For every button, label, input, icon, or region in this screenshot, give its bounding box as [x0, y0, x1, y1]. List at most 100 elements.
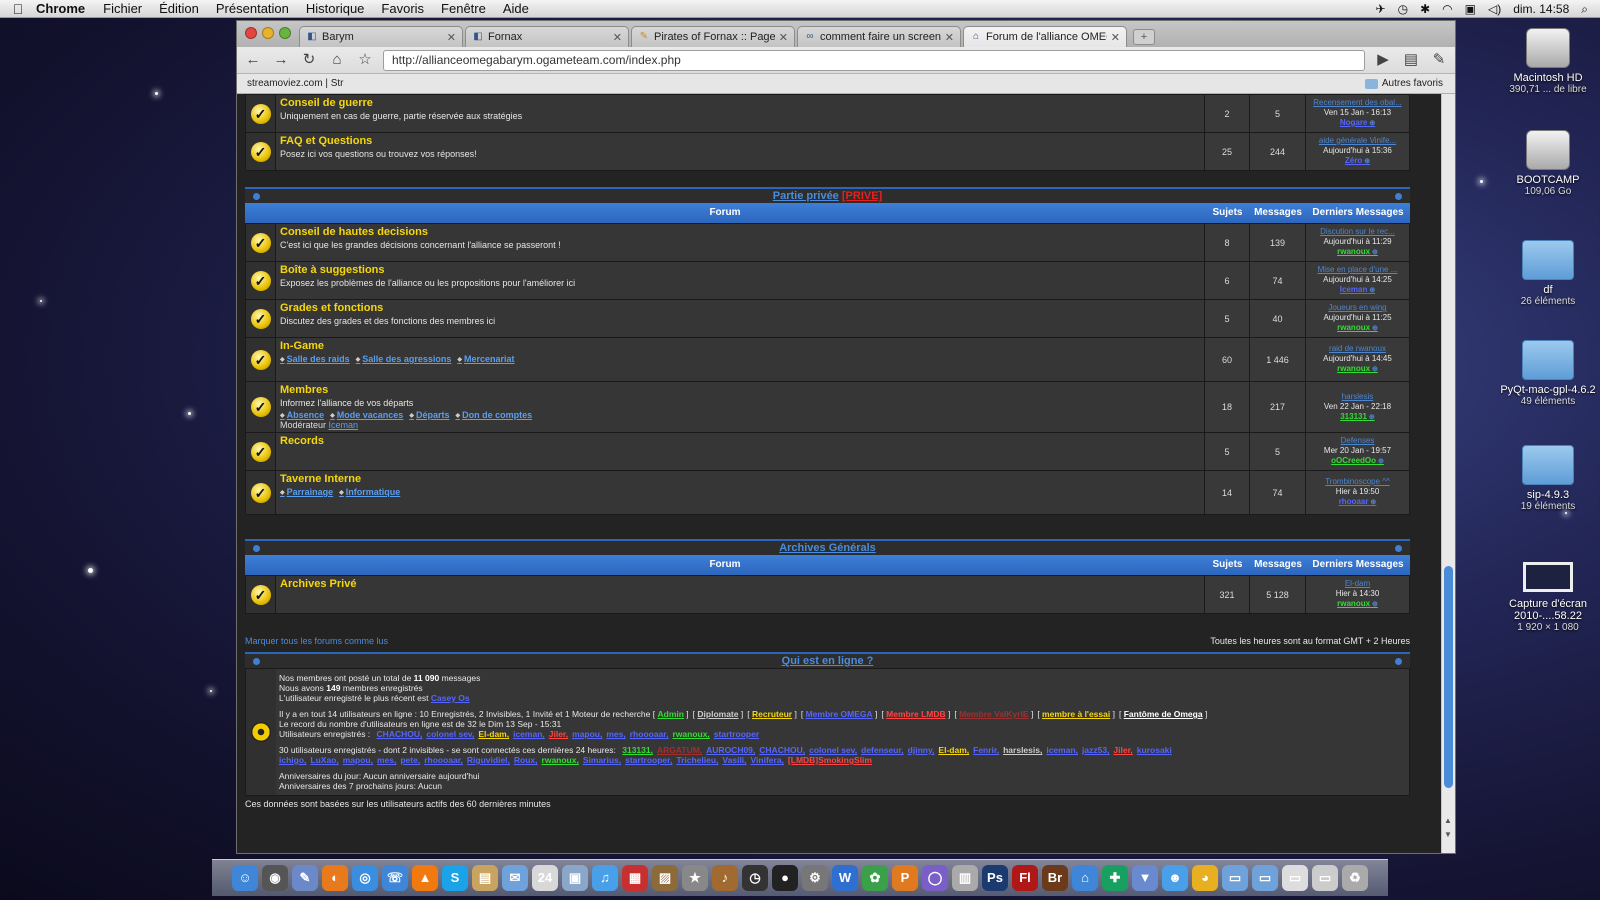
dock-app-icon[interactable]: 24: [532, 865, 558, 891]
subforum-link[interactable]: Mode vacances: [330, 410, 403, 420]
user-link[interactable]: mapou,: [572, 729, 602, 739]
user-link[interactable]: ARGATUM,: [657, 745, 702, 755]
dock-app-icon[interactable]: P: [892, 865, 918, 891]
menu-favoris[interactable]: Favoris: [381, 1, 424, 16]
new-tab-button[interactable]: +: [1133, 29, 1155, 45]
mark-all-read-link[interactable]: Marquer tous les forums comme lus: [245, 636, 388, 646]
subforum-link[interactable]: Mercenariat: [457, 354, 514, 364]
user-link[interactable]: AUROCH09,: [706, 745, 755, 755]
go-icon[interactable]: ▶: [1373, 50, 1393, 70]
dock-app-icon[interactable]: ▨: [652, 865, 678, 891]
satellite-icon[interactable]: ✈: [1376, 2, 1386, 16]
dock-app-icon[interactable]: ◉: [262, 865, 288, 891]
moderator-link[interactable]: Iceman: [329, 420, 359, 430]
tab-screenshot-howto[interactable]: ∞ comment faire un screen sho ✕: [797, 26, 961, 47]
dock-app-icon[interactable]: ♪: [712, 865, 738, 891]
desktop-icon-folder[interactable]: df 26 éléments: [1493, 240, 1600, 308]
user-link[interactable]: CHACHOU,: [759, 745, 805, 755]
wifi-icon[interactable]: ◠: [1442, 2, 1452, 16]
user-link[interactable]: Riguvidiel,: [467, 755, 510, 765]
group-link[interactable]: Diplomate: [697, 709, 738, 719]
zoom-window-button[interactable]: [279, 27, 291, 39]
group-link[interactable]: Membre OMEGA: [806, 709, 873, 719]
desktop-icon-hd[interactable]: BOOTCAMP 109,06 Go: [1493, 130, 1600, 198]
menu-fichier[interactable]: Fichier: [103, 1, 142, 16]
dock-app-icon[interactable]: ◎: [352, 865, 378, 891]
user-link[interactable]: jazz53,: [1082, 745, 1109, 755]
user-link[interactable]: LuXao,: [310, 755, 338, 765]
subforum-link[interactable]: Absence: [280, 410, 324, 420]
bluetooth-icon[interactable]: ✱: [1420, 2, 1430, 16]
scroll-down-icon[interactable]: ▼: [1444, 830, 1452, 839]
last-topic-link[interactable]: Trombinoscope ^^: [1306, 477, 1409, 487]
user-link[interactable]: mes,: [606, 729, 625, 739]
user-link[interactable]: El-dam,: [478, 729, 509, 739]
user-link[interactable]: djinny,: [908, 745, 935, 755]
minimize-window-button[interactable]: [262, 27, 274, 39]
tab-fornax[interactable]: ◧ Fornax ✕: [465, 26, 629, 47]
forum-title-link[interactable]: In-Game: [280, 340, 1200, 352]
group-link[interactable]: Admin: [657, 709, 683, 719]
forum-title-link[interactable]: Grades et fonctions: [280, 302, 1200, 314]
user-link[interactable]: Trichelieu,: [676, 755, 718, 765]
desktop-icon-folder[interactable]: sip-4.9.3 19 éléments: [1493, 445, 1600, 513]
last-user-link[interactable]: Iceman: [1306, 285, 1409, 296]
forward-icon[interactable]: →: [271, 50, 291, 70]
user-link[interactable]: 313131,: [622, 745, 653, 755]
scroll-up-icon[interactable]: ▲: [1444, 816, 1452, 825]
last-user-link[interactable]: rwanoux: [1306, 323, 1409, 334]
forum-title-link[interactable]: Taverne Interne: [280, 473, 1200, 485]
last-topic-link[interactable]: Joueurs en wing: [1306, 303, 1409, 313]
last-topic-link[interactable]: Defenses: [1306, 436, 1409, 446]
user-link[interactable]: mapou,: [343, 755, 373, 765]
group-link[interactable]: Membre VaIKyrIE: [959, 709, 1028, 719]
dock-app-icon[interactable]: ✉: [502, 865, 528, 891]
forum-title-link[interactable]: Records: [280, 435, 1200, 447]
subforum-link[interactable]: Salle des raids: [280, 354, 350, 364]
menu-presentation[interactable]: Présentation: [216, 1, 289, 16]
user-link[interactable]: mes,: [377, 755, 396, 765]
who-is-online-link[interactable]: Qui est en ligne ?: [782, 655, 874, 667]
desktop-icon-hd[interactable]: Macintosh HD 390,71 ... de libre: [1493, 28, 1600, 96]
last-user-link[interactable]: oOCreedOo: [1306, 456, 1409, 467]
scrollbar-thumb[interactable]: [1444, 566, 1453, 788]
forum-title-link[interactable]: Membres: [280, 384, 1200, 396]
group-link[interactable]: Membre LMDB: [886, 709, 946, 719]
group-link[interactable]: Recruteur: [752, 709, 792, 719]
user-link[interactable]: Simarius,: [583, 755, 621, 765]
desktop-icon-folder[interactable]: PyQt-mac-gpl-4.6.2 49 éléments: [1493, 340, 1600, 408]
dock-app-icon[interactable]: ☻: [1162, 865, 1188, 891]
close-window-button[interactable]: [245, 27, 257, 39]
tab-close-icon[interactable]: ✕: [945, 31, 954, 44]
user-link[interactable]: Vasili,: [722, 755, 746, 765]
reload-icon[interactable]: ↻: [299, 50, 319, 70]
user-link[interactable]: Vinifera,: [751, 755, 784, 765]
last-user-link[interactable]: rwanoux: [1306, 364, 1409, 375]
bookmark-item[interactable]: streamoviez.com | Str: [247, 78, 344, 89]
home-icon[interactable]: ⌂: [327, 50, 347, 70]
tab-forum-omega[interactable]: ⌂ Forum de l'alliance OMEGA ✕: [963, 26, 1127, 47]
dock-app-icon[interactable]: ◕: [1192, 865, 1218, 891]
user-link[interactable]: pete,: [400, 755, 420, 765]
desktop-icon-shot[interactable]: Capture d'écran 2010-....58.22 1 920 × 1 …: [1493, 556, 1600, 634]
newest-member-link[interactable]: Casey Os: [431, 693, 470, 703]
dock-app-icon[interactable]: ⌂: [1072, 865, 1098, 891]
tab-close-icon[interactable]: ✕: [779, 31, 788, 44]
user-link[interactable]: harslesis,: [1003, 745, 1042, 755]
user-link[interactable]: startrooper: [714, 729, 759, 739]
dock-app-icon[interactable]: ⚙: [802, 865, 828, 891]
group-link[interactable]: membre à l'essai: [1042, 709, 1110, 719]
last-user-link[interactable]: Nogare: [1306, 118, 1409, 129]
user-link[interactable]: defenseur,: [861, 745, 904, 755]
dock-app-icon[interactable]: ▭: [1222, 865, 1248, 891]
bookmark-star-icon[interactable]: ☆: [355, 50, 375, 70]
volume-icon[interactable]: ◁): [1488, 2, 1501, 16]
page-scrollbar[interactable]: ▲ ▼: [1441, 94, 1455, 853]
tab-close-icon[interactable]: ✕: [613, 31, 622, 44]
flag-icon[interactable]: ▣: [1465, 2, 1476, 16]
dock-app-icon[interactable]: Fl: [1012, 865, 1038, 891]
dock-app-icon[interactable]: S: [442, 865, 468, 891]
user-link[interactable]: iceman,: [513, 729, 545, 739]
forum-title-link[interactable]: Boîte à suggestions: [280, 264, 1200, 276]
address-bar[interactable]: http://allianceomegabarym.ogameteam.com/…: [383, 49, 1365, 71]
